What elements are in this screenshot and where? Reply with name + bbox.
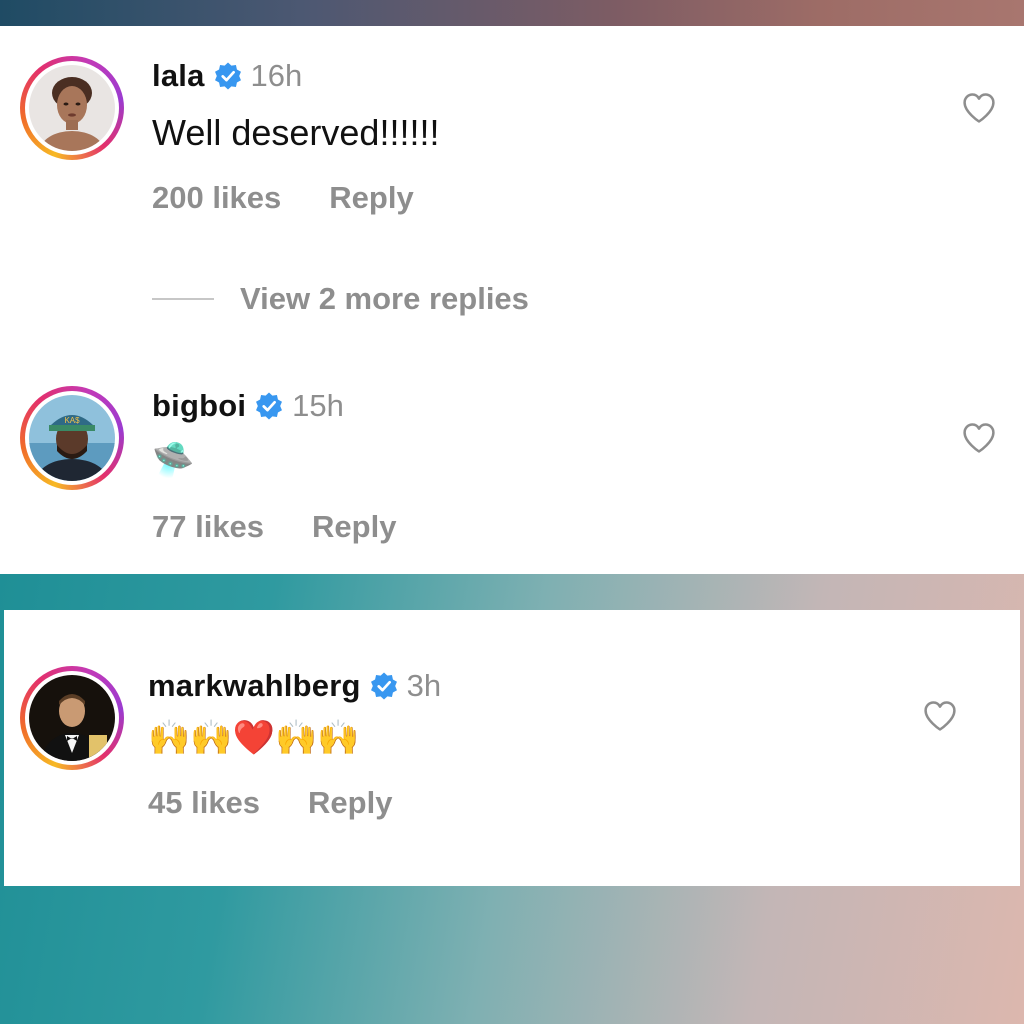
username[interactable]: markwahlberg [148,668,361,704]
avatar-bigboi[interactable]: KA$ [20,386,124,490]
comment-text: 🙌🙌❤️🙌🙌 [148,719,360,757]
background-gradient-top [0,0,1024,26]
comments-card-2: markwahlberg 3h 🙌🙌❤️🙌🙌 45 likes Reply [4,610,1020,886]
likes-count[interactable]: 200 likes [152,180,281,216]
comment-header: bigboi 15h [152,388,344,424]
comment-text: Well deserved!!!!!! [152,112,440,153]
view-more-replies-label: View 2 more replies [240,281,529,316]
comment-meta: 200 likes Reply [152,180,414,216]
comment-meta: 77 likes Reply [152,509,396,545]
timestamp: 16h [250,58,303,93]
heart-icon[interactable] [961,90,997,126]
avatar-lala[interactable] [20,56,124,160]
comment-meta: 45 likes Reply [148,785,392,821]
timestamp: 3h [406,668,442,703]
avatar-photo [29,65,115,151]
likes-count[interactable]: 77 likes [152,509,264,545]
verified-badge-icon [256,392,283,420]
view-more-replies-button[interactable]: View 2 more replies [152,281,529,317]
avatar-photo: KA$ [29,395,115,481]
reply-button[interactable]: Reply [312,509,396,545]
username[interactable]: lala [152,58,205,94]
avatar-markwahlberg[interactable] [20,666,124,770]
comment-text: 🛸 [152,441,195,479]
reply-button[interactable]: Reply [329,180,413,216]
likes-count[interactable]: 45 likes [148,785,260,821]
comment-header: markwahlberg 3h [148,668,441,704]
svg-text:KA$: KA$ [64,416,80,425]
heart-icon[interactable] [922,698,958,734]
verified-badge-icon [214,62,241,90]
verified-badge-icon [370,672,397,700]
replies-divider [152,298,214,300]
reply-button[interactable]: Reply [308,785,392,821]
avatar-photo [29,675,115,761]
comments-card-1: lala 16h Well deserved!!!!!! 200 likes R… [0,26,1024,574]
heart-icon[interactable] [961,420,997,456]
username[interactable]: bigboi [152,388,246,424]
timestamp: 15h [292,388,344,423]
comment-header: lala 16h [152,58,302,94]
